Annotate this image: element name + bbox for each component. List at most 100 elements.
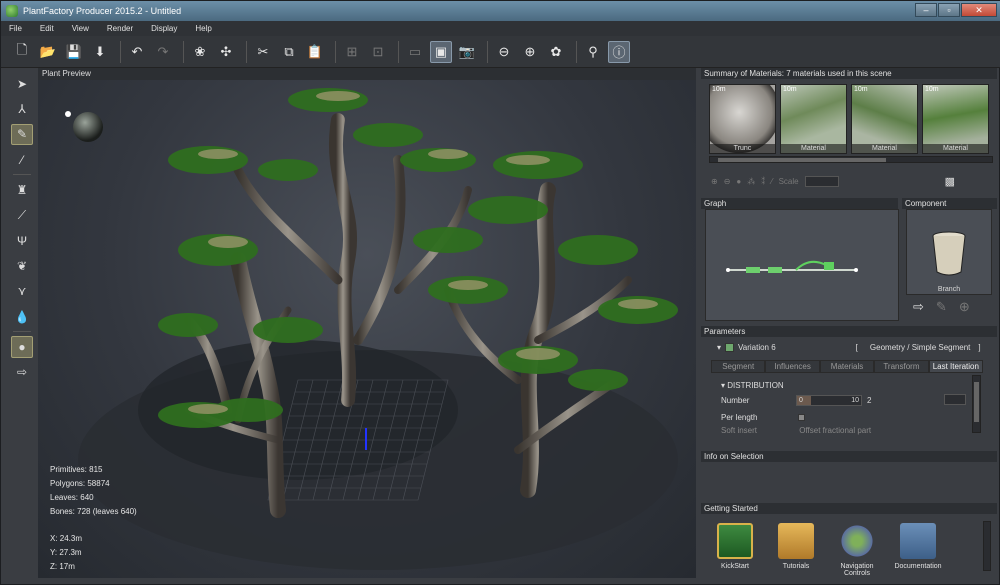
zoom-out-icon[interactable]: ⊖	[724, 177, 731, 186]
getting-started-header: Getting Started	[701, 503, 997, 514]
save-icon[interactable]: 💾	[63, 41, 85, 63]
per-length-checkbox[interactable]	[798, 414, 805, 421]
navigation-controls-tile[interactable]: Navigation Controls	[827, 523, 887, 577]
title-bar: PlantFactory Producer 2015.2 - Untitled …	[1, 1, 1000, 21]
pencil-icon[interactable]: ✎	[11, 123, 33, 146]
parameters-scrollbar[interactable]	[972, 375, 981, 433]
stat-polygons: Polygons: 58874	[50, 479, 110, 488]
material-label: Material	[923, 144, 988, 153]
per-length-row: Per length	[721, 411, 999, 424]
undo-icon[interactable]: ↶	[126, 41, 148, 63]
menu-render[interactable]: Render	[107, 24, 133, 33]
frond-icon[interactable]: ⋎	[11, 281, 33, 302]
info-icon[interactable]: ⓘ	[608, 40, 630, 63]
minimize-button[interactable]: –	[915, 3, 937, 17]
close-button[interactable]: ✕	[961, 3, 997, 17]
documentation-label: Documentation	[894, 563, 942, 570]
number-value: 2	[867, 396, 872, 405]
library-add-icon[interactable]: ⊕	[519, 41, 541, 63]
breadcrumb-open: [	[855, 343, 858, 352]
component-export-icon[interactable]: ⇨	[913, 299, 924, 315]
component-add-icon[interactable]: ⊕	[959, 299, 970, 315]
material-group-icon[interactable]: ⁂	[747, 177, 755, 186]
new-file-icon[interactable]: 🗋	[11, 41, 33, 63]
view-frame-icon[interactable]: ▣	[430, 40, 452, 63]
plant-randomize-icon[interactable]: ❀	[189, 41, 211, 63]
menu-edit[interactable]: Edit	[40, 24, 54, 33]
sphere-preview-icon[interactable]: ●	[736, 177, 741, 186]
number-slider-min: 0	[799, 397, 803, 404]
trunk-icon[interactable]: ♜	[11, 179, 33, 200]
parameters-header: Parameters	[701, 326, 997, 337]
info-header: Info on Selection	[701, 451, 997, 462]
materials-strip: 10m Trunc 10m Material 10m Material 10m …	[709, 84, 989, 154]
copy-icon[interactable]: ⧉	[278, 41, 300, 63]
number-slider[interactable]: 0 10	[796, 395, 862, 406]
drop-icon[interactable]: 💧	[11, 306, 33, 327]
library-remove-icon[interactable]: ⊖	[493, 41, 515, 63]
tutorials-tile[interactable]: Tutorials	[766, 523, 826, 570]
number-input[interactable]	[944, 394, 966, 405]
material-drop-icon[interactable]: ●	[11, 336, 33, 358]
maximize-button[interactable]: ▫	[938, 3, 960, 17]
redo-icon[interactable]: ↷	[152, 41, 174, 63]
collapse-node-icon[interactable]: ⊞	[341, 41, 363, 63]
pipette-icon[interactable]: ⁄	[11, 149, 33, 170]
material-thumb[interactable]: 10m Trunc	[709, 84, 776, 154]
tab-segment[interactable]: Segment	[711, 360, 766, 373]
scale-input[interactable]	[804, 175, 839, 187]
plant-settings-icon[interactable]: ✿	[545, 41, 567, 63]
material-thumb[interactable]: 10m Material	[922, 84, 989, 154]
kickstart-tile[interactable]: KickStart	[705, 523, 765, 570]
getting-started-scrollbar[interactable]	[983, 521, 991, 571]
documentation-tile[interactable]: Documentation	[888, 523, 948, 570]
select-arrow-icon[interactable]: ➤	[11, 73, 33, 94]
magnet-icon[interactable]: ⚲	[582, 41, 604, 63]
view-single-icon[interactable]: ▭	[404, 41, 426, 63]
section-title: DISTRIBUTION	[727, 381, 784, 390]
checker-add-icon[interactable]: ▩	[945, 175, 955, 188]
soft-insert-row: Soft insert Offset fractional part	[721, 426, 999, 435]
tab-influences[interactable]: Influences	[765, 360, 820, 373]
variation-arrow-icon[interactable]: ▾	[717, 341, 721, 354]
material-brush-icon[interactable]: ⁄	[771, 177, 772, 186]
window-title: PlantFactory Producer 2015.2 - Untitled	[23, 6, 182, 16]
material-size-tag: 10m	[854, 86, 868, 93]
twig-icon[interactable]: Ψ	[11, 230, 33, 251]
materials-scrollbar[interactable]	[709, 156, 993, 163]
materials-header: Summary of Materials: 7 materials used i…	[701, 68, 997, 79]
plant-tools-icon[interactable]: ✣	[215, 41, 237, 63]
left-toolbox: ➤ ⅄ ✎ ⁄ ♜ ⟋ Ψ ❦ ⋎ 💧 ● ⇨	[9, 73, 35, 383]
leaf-icon[interactable]: ❦	[11, 255, 33, 276]
expand-node-icon[interactable]: ⊡	[367, 41, 389, 63]
menu-display[interactable]: Display	[151, 24, 177, 33]
cut-icon[interactable]: ✂	[252, 41, 274, 63]
menu-help[interactable]: Help	[195, 24, 211, 33]
material-thumb[interactable]: 10m Material	[851, 84, 918, 154]
plant-preview-viewport[interactable]: Primitives: 815 Polygons: 58874 Leaves: …	[38, 80, 696, 578]
tab-last-iteration[interactable]: Last Iteration	[928, 360, 984, 373]
number-slider-max: 10	[851, 397, 859, 404]
material-size-tag: 10m	[783, 86, 797, 93]
transform-gizmo-icon[interactable]: ⅄	[11, 98, 33, 119]
variation-label[interactable]: Variation 6	[738, 341, 776, 354]
zoom-in-icon[interactable]: ⊕	[711, 177, 718, 186]
scale-label: Scale	[778, 176, 799, 186]
node-export-icon[interactable]: ⇨	[11, 362, 33, 383]
menu-view[interactable]: View	[72, 24, 89, 33]
paste-icon[interactable]: 📋	[304, 41, 326, 63]
node-graph[interactable]	[705, 209, 899, 321]
open-folder-icon[interactable]: 📂	[37, 41, 59, 63]
tab-transform[interactable]: Transform	[874, 360, 929, 373]
component-preview[interactable]: Branch	[906, 209, 992, 295]
menu-file[interactable]: File	[9, 24, 22, 33]
export-plant-icon[interactable]: ⬇	[89, 41, 111, 63]
material-split-icon[interactable]: ⁑	[761, 177, 765, 186]
distribution-section[interactable]: ▾ DISTRIBUTION	[721, 379, 999, 392]
app-logo-icon	[6, 5, 18, 17]
component-brush-icon[interactable]: ✎	[936, 299, 947, 315]
material-thumb[interactable]: 10m Material	[780, 84, 847, 154]
render-camera-icon[interactable]: 📷	[456, 41, 478, 63]
tab-materials[interactable]: Materials	[819, 360, 875, 373]
branch-icon[interactable]: ⟋	[11, 205, 33, 226]
